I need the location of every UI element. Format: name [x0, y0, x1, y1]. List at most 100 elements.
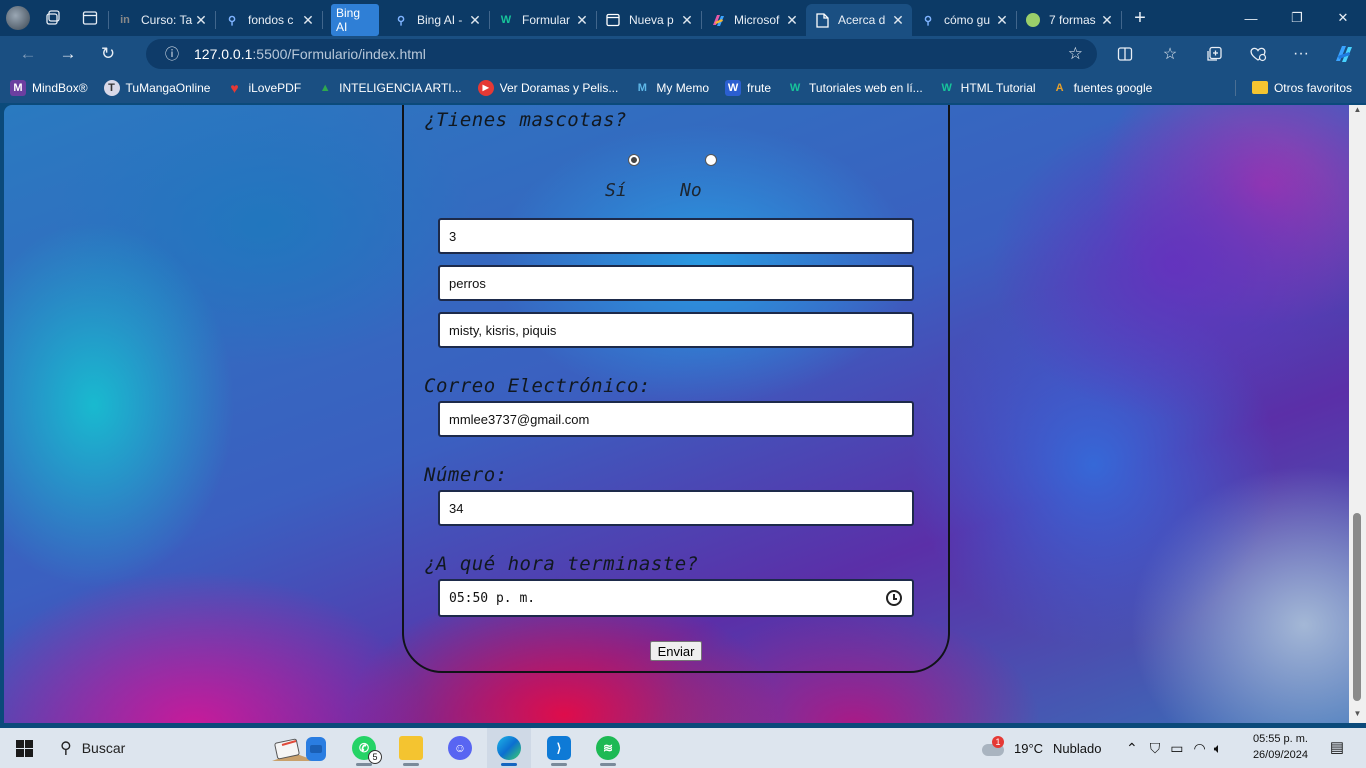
memo-icon: M — [637, 81, 647, 94]
other-favorites[interactable]: Otros favoritos — [1251, 72, 1352, 103]
address-bar[interactable]: ⓘ 127.0.0.1:5500/Formulario/index.html ☆ — [146, 39, 1097, 69]
bookmark-label: fuentes google — [1073, 80, 1153, 95]
split-screen-icon — [1117, 47, 1133, 61]
tab-actions-button[interactable] — [72, 0, 108, 36]
tab-bing-ai-pinned[interactable]: Bing AI — [323, 4, 385, 36]
close-tab-icon[interactable]: ✕ — [994, 12, 1010, 29]
close-window-button[interactable]: ✕ — [1320, 0, 1366, 36]
close-icon: ✕ — [1337, 10, 1349, 25]
bookmark-tutoriales-web[interactable]: W Tutoriales web en lí... — [787, 80, 923, 96]
tab-curso[interactable]: in Curso: Ta ✕ — [109, 5, 215, 35]
profile-button[interactable] — [0, 0, 36, 36]
tab-como-guardar[interactable]: ⚲ cómo gu ✕ — [912, 5, 1016, 35]
taskbar-clock[interactable]: 05:55 p. m. 26/09/2024 — [1253, 731, 1308, 763]
submit-button[interactable]: Enviar — [650, 641, 702, 661]
bookmark-my-memo[interactable]: M My Memo — [634, 80, 709, 96]
close-tab-icon[interactable]: ✕ — [679, 12, 695, 29]
bookmark-frute[interactable]: Wfrute — [725, 79, 771, 96]
pet-names-input[interactable]: misty, kisris, piquis — [438, 312, 914, 348]
collections-button[interactable] — [1194, 36, 1234, 72]
radio-no[interactable] — [705, 154, 717, 166]
tab-title: Nueva p — [629, 13, 674, 27]
scrollbar-thumb[interactable] — [1353, 513, 1361, 701]
security-icon[interactable]: ⛉ — [1150, 740, 1161, 757]
profile-avatar — [6, 6, 30, 30]
back-button[interactable]: ← — [8, 36, 48, 72]
scroll-down-arrow-icon[interactable]: ▼ — [1349, 709, 1366, 723]
bookmark-html-tutorial[interactable]: W HTML Tutorial — [939, 80, 1035, 96]
radio-yes[interactable] — [628, 154, 640, 166]
time-input[interactable]: 05:50 p. m. — [438, 579, 914, 617]
tab-fondos[interactable]: ⚲ fondos c ✕ — [216, 5, 322, 35]
workspaces-icon — [46, 10, 60, 25]
tab-acerca-active[interactable]: Acerca d ✕ — [806, 4, 912, 36]
tab-microsoft[interactable]: Microsof ✕ — [702, 5, 806, 35]
bookmark-tumangaonline[interactable]: T TuMangaOnline — [103, 79, 211, 96]
email-input[interactable]: mmlee3737@gmail.com — [438, 401, 914, 437]
tab-bing-ai[interactable]: ⚲ Bing AI - ✕ — [385, 5, 489, 35]
volume-icon[interactable]: 🔈︎ — [1214, 740, 1222, 757]
taskbar-edge[interactable] — [487, 728, 531, 768]
close-tab-icon[interactable]: ✕ — [574, 12, 590, 29]
bookmark-mindbox[interactable]: M MindBox® — [10, 79, 88, 96]
browser-essentials-button[interactable] — [1238, 36, 1278, 72]
whatsapp-badge: 5 — [368, 750, 382, 764]
refresh-button[interactable]: ↻ — [88, 36, 128, 72]
taskbar-search[interactable]: ⚲ Buscar — [48, 728, 258, 768]
close-tab-icon[interactable]: ✕ — [890, 12, 906, 29]
number-input[interactable]: 34 — [438, 490, 914, 526]
pet-count-input[interactable]: 3 — [438, 218, 914, 254]
favorites-button[interactable]: ☆ — [1150, 36, 1190, 72]
pets-question-label: ¿Tienes mascotas? — [424, 109, 627, 131]
bookmark-inteligencia-artificial[interactable]: ▲ INTELIGENCIA ARTI... — [317, 80, 462, 96]
taskbar-whatsapp[interactable]: ✆ 5 — [342, 728, 386, 768]
tab-7-formas[interactable]: 7 formas ✕ — [1017, 5, 1121, 35]
close-tab-icon[interactable]: ✕ — [784, 12, 800, 29]
forward-button[interactable]: → — [48, 36, 88, 72]
taskbar-spotify[interactable]: ≋ — [586, 728, 630, 768]
heart-pulse-icon — [1250, 47, 1267, 62]
search-icon: ⚲ — [396, 14, 406, 27]
minimize-button[interactable]: — — [1228, 0, 1274, 36]
search-highlight-illustration[interactable] — [268, 728, 338, 768]
heart-icon: ♥ — [230, 79, 239, 96]
url-text[interactable]: 127.0.0.1:5500/Formulario/index.html — [194, 46, 426, 62]
running-indicator — [356, 763, 372, 766]
bookmark-label: TuMangaOnline — [125, 80, 211, 95]
new-tab-button[interactable]: + — [1122, 0, 1158, 36]
taskbar-discord[interactable]: ☺ — [438, 728, 482, 768]
document-icon — [814, 12, 830, 28]
pet-type-input[interactable]: perros — [438, 265, 914, 301]
bookmark-label: Otros favoritos — [1273, 80, 1352, 95]
tab-nueva-pagina[interactable]: Nueva p ✕ — [597, 5, 701, 35]
arrow-right-icon: → — [59, 44, 77, 63]
close-tab-icon[interactable]: ✕ — [1099, 12, 1115, 29]
page-scrollbar[interactable]: ▲ ▼ — [1349, 105, 1366, 723]
taskbar-vscode[interactable]: ⟩ — [537, 728, 581, 768]
workspaces-button[interactable] — [36, 0, 72, 36]
close-tab-icon[interactable]: ✕ — [300, 12, 316, 29]
tab-formulario[interactable]: W Formular ✕ — [490, 5, 596, 35]
split-screen-button[interactable] — [1105, 36, 1145, 72]
start-button[interactable] — [0, 728, 48, 768]
wifi-icon[interactable]: ◠ — [1193, 740, 1205, 757]
favorite-star-icon[interactable]: ☆ — [1068, 44, 1083, 64]
notification-center-icon[interactable]: ▤ — [1326, 736, 1348, 758]
scroll-up-arrow-icon[interactable]: ▲ — [1349, 105, 1366, 119]
tab-title: cómo gu — [944, 13, 991, 27]
taskbar-file-explorer[interactable] — [389, 728, 433, 768]
bookmark-fuentes-google[interactable]: Afuentes google — [1052, 80, 1153, 96]
weather-widget[interactable]: 1 19°C Nublado — [980, 728, 1101, 768]
close-tab-icon[interactable]: ✕ — [193, 12, 209, 29]
battery-icon[interactable]: ▭ — [1170, 740, 1183, 757]
chevron-up-icon[interactable]: ⌃ — [1126, 740, 1138, 757]
site-info-icon[interactable]: ⓘ — [158, 44, 186, 64]
clock-icon[interactable] — [886, 590, 902, 606]
close-tab-icon[interactable]: ✕ — [467, 12, 483, 29]
settings-more-button[interactable]: ··· — [1281, 36, 1321, 72]
copilot-button[interactable] — [1324, 36, 1364, 72]
bookmark-doramas[interactable]: ▶ Ver Doramas y Pelis... — [477, 79, 618, 96]
bookmark-label: Tutoriales web en lí... — [809, 80, 923, 95]
restore-button[interactable]: ❐ — [1274, 0, 1320, 36]
bookmark-ilovepdf[interactable]: ♥ iLovePDF — [226, 80, 301, 96]
